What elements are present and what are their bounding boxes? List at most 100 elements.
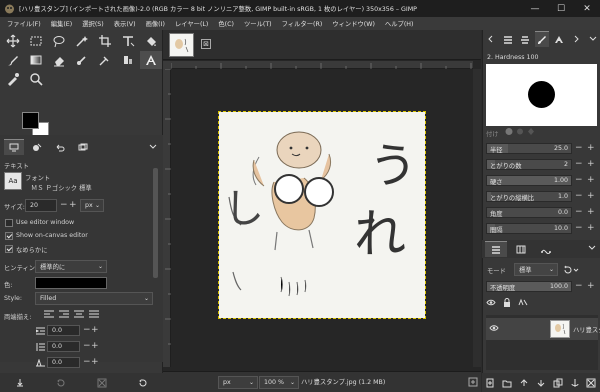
justify-center-icon[interactable] [74, 310, 85, 319]
justify-right-icon[interactable] [59, 310, 70, 319]
image-canvas[interactable]: う れ し [218, 111, 426, 319]
brush-param-slider[interactable]: 角度 0.0 [486, 207, 572, 218]
brush-param-increment-button[interactable]: + [587, 224, 595, 233]
brush-param-decrement-button[interactable]: − [575, 208, 583, 217]
duplicate-layer-icon[interactable] [553, 378, 563, 388]
text-color-button[interactable] [35, 277, 107, 289]
paint-tool-icon[interactable] [2, 51, 24, 69]
justify-fill-icon[interactable] [89, 310, 100, 319]
indent-input[interactable]: 0.0 [47, 325, 80, 336]
line-spacing-decrement-button[interactable]: − [83, 342, 91, 351]
brush-param-slider[interactable]: 硬さ 1.00 [486, 175, 572, 186]
menu-windows[interactable]: ウィンドウ(W) [327, 19, 380, 28]
color-picker-tool-icon[interactable] [2, 70, 24, 88]
images-tab-icon[interactable] [73, 139, 93, 155]
mode-reset-icon[interactable] [562, 265, 580, 275]
show-on-canvas-checkbox[interactable] [5, 232, 13, 240]
justify-left-icon[interactable] [44, 310, 55, 319]
brush-param-decrement-button[interactable]: − [575, 224, 583, 233]
dodge-tool-icon[interactable] [94, 51, 116, 69]
foreground-color-swatch[interactable] [22, 112, 39, 129]
menu-layer[interactable]: レイヤー(L) [170, 19, 213, 28]
style-select[interactable]: Filled ⌄ [35, 292, 153, 305]
brush-param-slider[interactable]: 半径 25.0 [486, 143, 572, 154]
brush-view-icons[interactable] [505, 127, 543, 136]
delete-layer-icon[interactable] [586, 378, 596, 388]
layer-name[interactable]: ハリ豊スタンプ [573, 325, 600, 334]
brush-preview[interactable] [486, 64, 597, 126]
move-tool-icon[interactable] [2, 32, 24, 50]
indent-increment-button[interactable]: + [91, 326, 99, 335]
paths-tab-icon[interactable] [535, 241, 557, 257]
antialias-checkbox[interactable] [5, 245, 13, 253]
lower-layer-icon[interactable] [536, 378, 546, 388]
hinting-select[interactable]: 標準的に ⌄ [35, 260, 107, 273]
delete-preset-icon[interactable] [97, 378, 107, 388]
brushes-tab-icon[interactable] [535, 31, 549, 47]
crop-tool-icon[interactable] [94, 32, 116, 50]
device-status-tab-icon[interactable] [27, 139, 47, 155]
tool-options-tab-icon[interactable] [4, 139, 24, 155]
lock-position-icon[interactable] [518, 298, 528, 307]
close-image-tab-icon[interactable]: ⊠ [201, 39, 211, 49]
size-decrement-button[interactable]: − [60, 201, 68, 210]
size-unit-select[interactable]: px ⌄ [80, 199, 104, 212]
image-tab-thumbnail[interactable] [169, 33, 194, 57]
menu-filters[interactable]: フィルター(R) [277, 19, 328, 28]
brush-param-increment-button[interactable]: + [587, 144, 595, 153]
font-preview-button[interactable]: Aa [4, 172, 22, 190]
brush-param-slider[interactable]: とがりの縦横比 1.0 [486, 191, 572, 202]
layer-thumbnail[interactable] [550, 320, 570, 338]
brush-param-slider[interactable]: 間隔 10.0 [486, 223, 572, 234]
brush-param-decrement-button[interactable]: − [575, 144, 583, 153]
font-value[interactable]: ＭＳ Ｐゴシック 標準 [31, 183, 92, 192]
brush-param-slider[interactable]: とがりの数 2 [486, 159, 572, 170]
minimize-button[interactable]: — [522, 0, 548, 17]
restore-preset-icon[interactable] [56, 378, 66, 388]
channels-tab-icon[interactable] [510, 241, 532, 257]
opacity-decrement-button[interactable]: − [575, 282, 583, 291]
menu-image[interactable]: 画像(I) [141, 19, 170, 28]
gradients-tab-icon[interactable] [518, 31, 532, 47]
letter-spacing-input[interactable]: 0.0 [47, 357, 80, 368]
fuzzy-select-tool-icon[interactable] [71, 32, 93, 50]
lock-pixels-icon[interactable] [486, 298, 496, 307]
menu-view[interactable]: 表示(V) [109, 19, 141, 28]
dock-menu-icon[interactable] [588, 244, 600, 254]
bucket-fill-tool-icon[interactable] [140, 32, 162, 50]
clone-tool-icon[interactable] [117, 51, 139, 69]
lock-icon[interactable] [503, 298, 511, 307]
raise-layer-icon[interactable] [519, 378, 529, 388]
line-spacing-increment-button[interactable]: + [91, 342, 99, 351]
use-editor-checkbox[interactable] [5, 219, 13, 227]
text-transform-tool-icon[interactable] [117, 32, 139, 50]
patterns-tab-icon[interactable] [501, 31, 515, 47]
maximize-button[interactable]: ☐ [548, 0, 574, 17]
letter-spacing-increment-button[interactable]: + [91, 358, 99, 367]
tool-options-scrollbar[interactable] [153, 168, 158, 278]
menu-help[interactable]: ヘルプ(H) [380, 19, 419, 28]
lasso-tool-icon[interactable] [48, 32, 70, 50]
zoom-tool-icon[interactable] [25, 70, 47, 88]
canvas-vertical-scrollbar[interactable] [473, 69, 481, 367]
text-tool-icon[interactable] [140, 51, 162, 69]
smudge-tool-icon[interactable] [71, 51, 93, 69]
menu-colors[interactable]: 色(C) [213, 19, 239, 28]
font-size-input[interactable]: 20 [25, 199, 57, 212]
opacity-slider[interactable]: 不透明度 100.0 [486, 281, 572, 292]
rect-select-tool-icon[interactable] [25, 32, 47, 50]
eraser-tool-icon[interactable] [48, 51, 70, 69]
save-preset-icon[interactable] [15, 378, 25, 388]
letter-spacing-decrement-button[interactable]: − [83, 358, 91, 367]
horizontal-ruler[interactable] [170, 61, 473, 69]
unit-select[interactable]: px ⌄ [218, 376, 258, 389]
brush-param-increment-button[interactable]: + [587, 192, 595, 201]
menu-file[interactable]: ファイル(F) [2, 19, 46, 28]
fonts-tab-icon[interactable] [552, 31, 566, 47]
anchor-layer-icon[interactable] [570, 378, 580, 388]
indent-decrement-button[interactable]: − [83, 326, 91, 335]
navigate-icon[interactable] [468, 377, 478, 387]
dock-left-arrow-icon[interactable] [484, 31, 498, 47]
dock-menu-icon[interactable] [586, 31, 600, 47]
brush-param-decrement-button[interactable]: − [575, 192, 583, 201]
